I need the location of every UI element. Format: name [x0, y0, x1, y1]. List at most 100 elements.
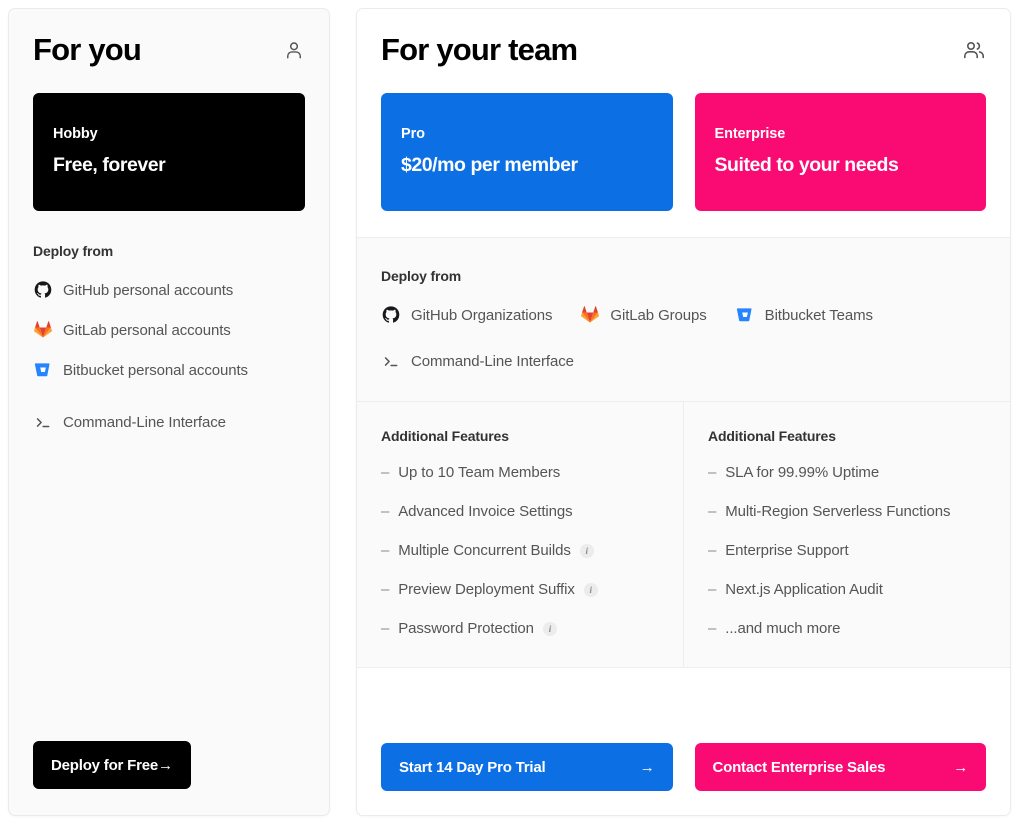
feature-label: Advanced Invoice Settings [398, 503, 573, 521]
arrow-right-icon: → [953, 758, 968, 776]
deploy-from-label: Deploy from [33, 243, 114, 260]
feature-item: – Up to 10 Team Members [381, 464, 659, 481]
person-icon [283, 39, 305, 61]
feature-label: Preview Deployment Suffix [398, 581, 575, 599]
deploy-source-label: Bitbucket personal accounts [63, 361, 248, 379]
bullet-dash: – [381, 581, 390, 599]
team-plan-tiles: Pro $20/mo per member Enterprise Suited … [381, 93, 986, 212]
bullet-dash: – [381, 620, 390, 638]
bullet-dash: – [708, 503, 717, 521]
plan-name-enterprise: Enterprise [714, 125, 786, 142]
deploy-source-cli[interactable]: Command-Line Interface [33, 412, 305, 432]
left-spacer [9, 432, 329, 741]
arrow-right-icon: → [158, 756, 173, 774]
deploy-for-free-label: Deploy for Free [51, 756, 159, 774]
feature-list-pro: – Up to 10 Team Members – Advanced Invoi… [381, 464, 659, 637]
bullet-dash: – [381, 503, 390, 521]
feature-item: – Enterprise Support [708, 542, 986, 559]
bullet-dash: – [708, 620, 717, 638]
plan-name-pro: Pro [401, 125, 425, 142]
deploy-source-list-personal: GitHub personal accounts GitLab personal… [33, 280, 305, 380]
plan-price-enterprise: Suited to your needs [714, 153, 899, 176]
feature-item: – Multi-Region Serverless Functions [708, 503, 986, 520]
feature-item: – Advanced Invoice Settings [381, 503, 659, 520]
github-icon [381, 305, 401, 325]
feature-item: – ...and much more [708, 620, 986, 637]
deploy-from-section-personal: Deploy from GitHub personal accounts Git… [9, 211, 329, 432]
deploy-from-section-team: Deploy from GitHub Organizations GitLab … [357, 238, 1010, 403]
for-you-panel: For you Hobby Free, forever Deploy from [8, 8, 330, 816]
for-your-team-header: For your team [381, 32, 986, 67]
users-icon [962, 38, 986, 62]
feature-label: ...and much more [725, 620, 841, 638]
bullet-dash: – [381, 542, 390, 560]
feature-item: – Multiple Concurrent Builds i [381, 542, 659, 559]
deploy-source-gitlab[interactable]: GitLab personal accounts [33, 320, 305, 340]
feature-label: Multi-Region Serverless Functions [725, 503, 951, 521]
for-you-cta-wrap: Deploy for Free → [9, 741, 329, 815]
deploy-source-label: GitLab Groups [610, 306, 707, 324]
deploy-source-cli[interactable]: Command-Line Interface [381, 351, 986, 371]
deploy-from-label: Deploy from [381, 268, 462, 285]
feature-item: – SLA for 99.99% Uptime [708, 464, 986, 481]
for-your-team-panel: For your team Pro $20/mo per member Ente… [356, 8, 1011, 816]
feature-item: – Next.js Application Audit [708, 581, 986, 598]
github-icon [33, 280, 53, 300]
plan-tile-hobby[interactable]: Hobby Free, forever [33, 93, 305, 212]
deploy-source-label: Command-Line Interface [63, 413, 226, 431]
page-title-for-you: For you [33, 32, 142, 67]
start-pro-trial-button[interactable]: Start 14 Day Pro Trial → [381, 743, 673, 791]
plan-price-hobby: Free, forever [53, 153, 166, 176]
additional-features-heading: Additional Features [708, 428, 836, 445]
deploy-source-bitbucket-teams[interactable]: Bitbucket Teams [735, 305, 873, 325]
feature-list-enterprise: – SLA for 99.99% Uptime – Multi-Region S… [708, 464, 986, 637]
gitlab-icon [580, 305, 600, 325]
team-cta-row: Start 14 Day Pro Trial → Contact Enterpr… [357, 721, 1010, 815]
plan-name-hobby: Hobby [53, 125, 98, 142]
right-spacer [357, 668, 1010, 721]
bitbucket-icon [735, 305, 755, 325]
terminal-prompt-icon [33, 412, 53, 432]
feature-label: Multiple Concurrent Builds [398, 542, 571, 560]
plan-tile-enterprise[interactable]: Enterprise Suited to your needs [694, 93, 986, 212]
terminal-prompt-icon [381, 351, 401, 371]
deploy-source-list-team: GitHub Organizations GitLab Groups Bitbu… [381, 305, 986, 325]
deploy-source-label: GitLab personal accounts [63, 321, 231, 339]
info-icon[interactable]: i [542, 621, 557, 636]
gitlab-icon [33, 320, 53, 340]
team-plans-section: For your team Pro $20/mo per member Ente… [357, 9, 1010, 239]
feature-item: – Password Protection i [381, 620, 659, 637]
pricing-page: For you Hobby Free, forever Deploy from [0, 0, 1017, 824]
feature-label: Password Protection [398, 620, 534, 638]
bitbucket-icon [33, 360, 53, 380]
additional-features-grid: Additional Features – Up to 10 Team Memb… [357, 402, 1010, 669]
bullet-dash: – [381, 464, 390, 482]
deploy-source-label: Bitbucket Teams [764, 306, 873, 324]
plan-tile-pro[interactable]: Pro $20/mo per member [381, 93, 673, 212]
deploy-source-bitbucket[interactable]: Bitbucket personal accounts [33, 360, 305, 380]
info-icon[interactable]: i [583, 582, 598, 597]
feature-label: Next.js Application Audit [725, 581, 883, 599]
feature-label: Enterprise Support [725, 542, 849, 560]
deploy-source-github-orgs[interactable]: GitHub Organizations [381, 305, 553, 325]
bullet-dash: – [708, 464, 717, 482]
feature-label: Up to 10 Team Members [398, 464, 561, 482]
page-title-for-your-team: For your team [381, 32, 578, 67]
bullet-dash: – [708, 581, 717, 599]
deploy-source-label: GitHub personal accounts [63, 281, 234, 299]
additional-features-pro: Additional Features – Up to 10 Team Memb… [357, 402, 683, 667]
contact-enterprise-sales-label: Contact Enterprise Sales [712, 758, 886, 776]
deploy-for-free-button[interactable]: Deploy for Free → [33, 741, 191, 789]
contact-enterprise-sales-button[interactable]: Contact Enterprise Sales → [694, 743, 986, 791]
bullet-dash: – [708, 542, 717, 560]
for-you-header: For you [9, 9, 329, 67]
deploy-source-github[interactable]: GitHub personal accounts [33, 280, 305, 300]
info-icon[interactable]: i [579, 543, 594, 558]
additional-features-enterprise: Additional Features – SLA for 99.99% Upt… [683, 402, 1010, 668]
arrow-right-icon: → [639, 758, 655, 776]
start-pro-trial-label: Start 14 Day Pro Trial [399, 758, 546, 776]
additional-features-heading: Additional Features [381, 428, 509, 445]
deploy-source-gitlab-groups[interactable]: GitLab Groups [580, 305, 707, 325]
deploy-source-label: GitHub Organizations [411, 306, 553, 324]
deploy-source-label: Command-Line Interface [411, 352, 574, 370]
